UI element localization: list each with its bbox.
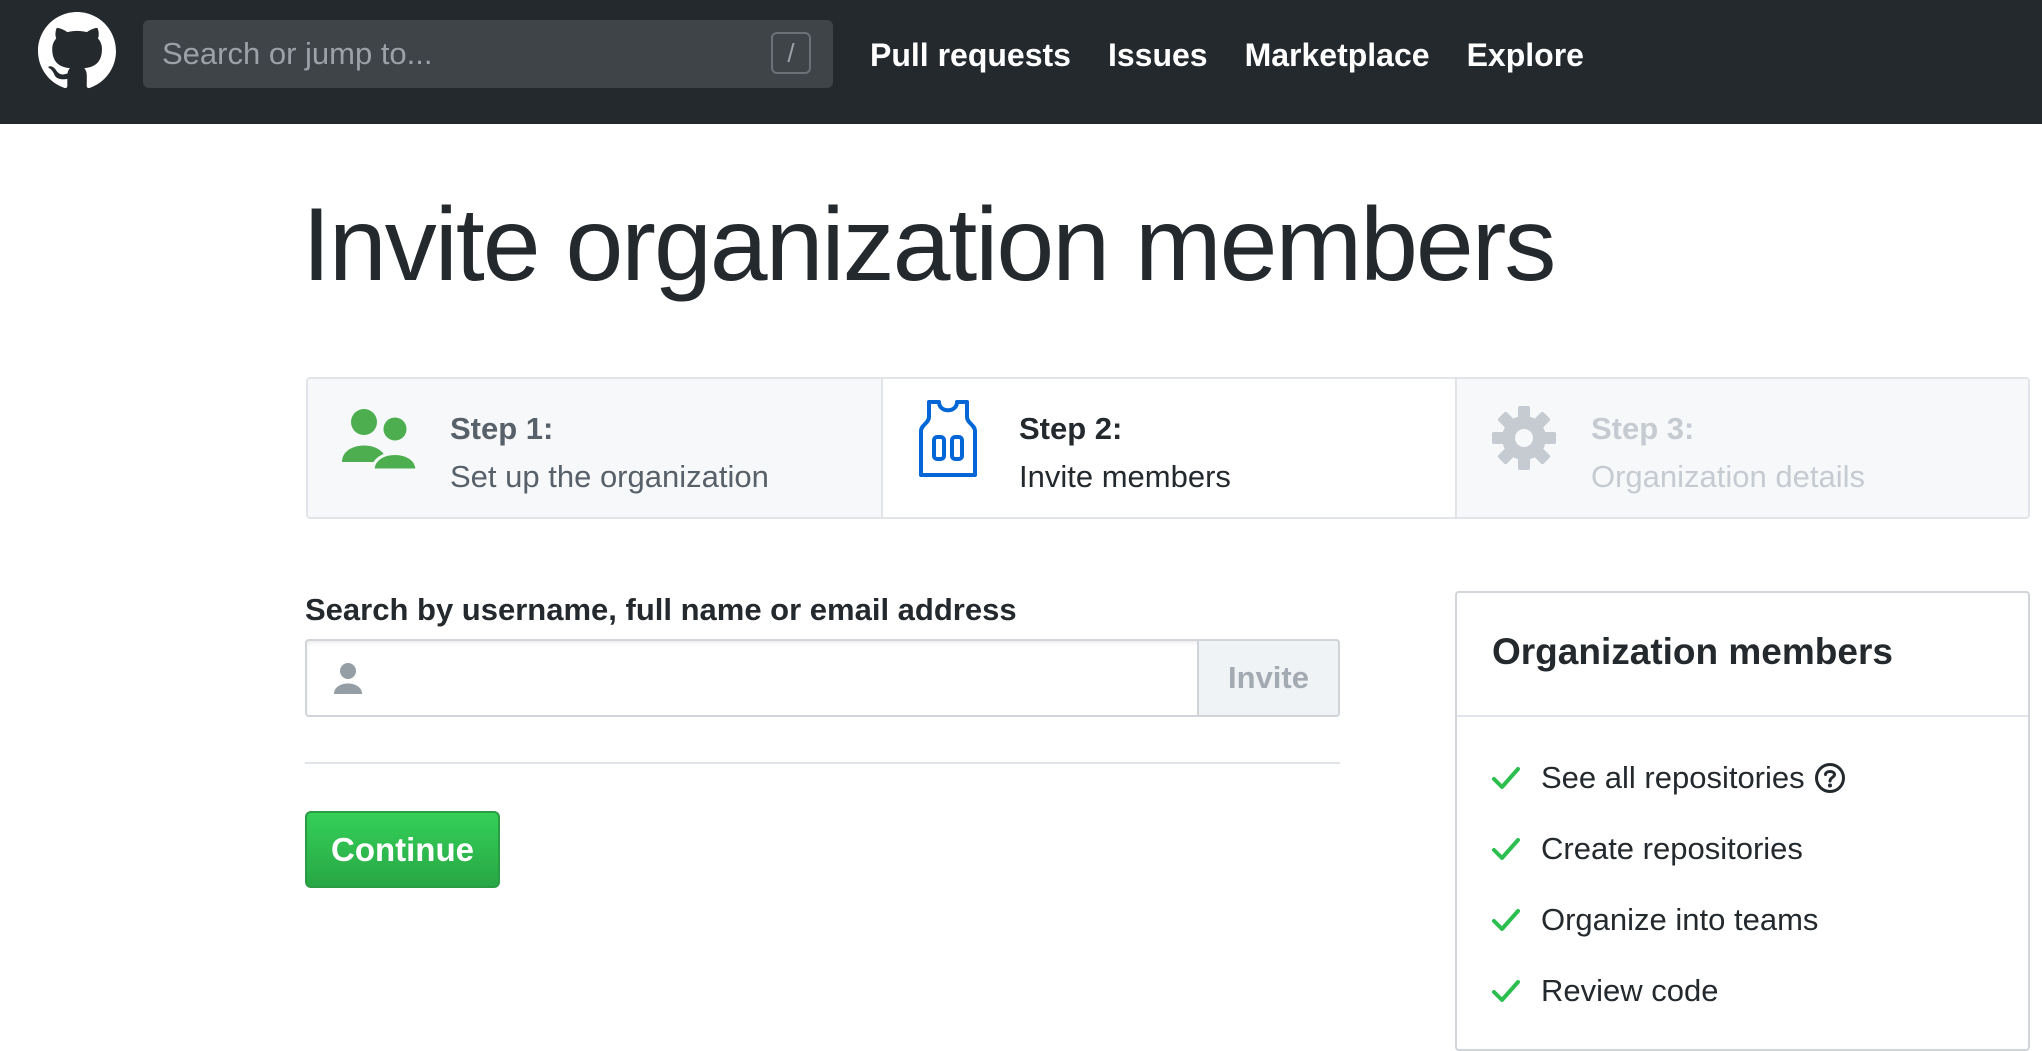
step-2: Step 2: Invite members (883, 379, 1457, 517)
github-logo-icon[interactable] (38, 12, 116, 90)
step-number: Step 1: (450, 411, 554, 446)
global-search-input[interactable] (143, 20, 762, 88)
check-icon (1492, 980, 1520, 1002)
permission-label: Create repositories (1541, 831, 1803, 866)
page-title: Invite organization members (302, 187, 1556, 303)
member-search-input[interactable] (377, 641, 1201, 717)
step-description: Invite members (1019, 459, 1231, 494)
permission-label: See all repositories (1541, 760, 1805, 795)
signup-steps: Step 1: Set up the organization Step 2: … (306, 377, 2030, 519)
permission-item: See all repositories (1492, 758, 1846, 798)
people-icon (342, 409, 418, 471)
jersey-icon (919, 400, 977, 477)
member-search-label: Search by username, full name or email a… (305, 592, 1017, 627)
permission-item: Review code (1492, 971, 1718, 1011)
member-search-group: Invite (305, 639, 1340, 717)
permission-item: Create repositories (1492, 829, 1803, 869)
global-search-box: / (143, 20, 833, 88)
step-3-text: Step 3: Organization details (1591, 405, 1865, 501)
permission-label: Review code (1541, 973, 1719, 1008)
check-icon (1492, 767, 1520, 789)
continue-button[interactable]: Continue (305, 811, 500, 888)
step-number: Step 3: (1591, 411, 1695, 446)
check-icon (1492, 909, 1520, 931)
slash-shortcut-hint: / (771, 32, 811, 74)
primary-nav: Pull requests Issues Marketplace Explore (870, 0, 1621, 110)
gear-icon (1492, 406, 1556, 470)
step-description: Set up the organization (450, 459, 769, 494)
nav-marketplace[interactable]: Marketplace (1245, 37, 1430, 74)
permission-label: Organize into teams (1541, 902, 1819, 937)
check-icon (1492, 838, 1520, 860)
step-description: Organization details (1591, 459, 1865, 494)
nav-pull-requests[interactable]: Pull requests (870, 37, 1071, 74)
step-number: Step 2: (1019, 411, 1123, 446)
step-2-text: Step 2: Invite members (1019, 405, 1231, 501)
members-box-title: Organization members (1457, 593, 2028, 717)
form-divider (305, 762, 1340, 764)
step-3: Step 3: Organization details (1457, 379, 2028, 517)
question-help-icon[interactable] (1814, 762, 1846, 794)
nav-issues[interactable]: Issues (1108, 37, 1208, 74)
step-1: Step 1: Set up the organization (308, 379, 883, 517)
top-navigation-bar: / Pull requests Issues Marketplace Explo… (0, 0, 2042, 124)
permission-item: Organize into teams (1492, 900, 1818, 940)
organization-members-box: Organization members See all repositorie… (1455, 591, 2030, 1051)
step-1-text: Step 1: Set up the organization (450, 405, 769, 501)
person-icon (334, 663, 362, 694)
nav-explore[interactable]: Explore (1467, 37, 1584, 74)
invite-button[interactable]: Invite (1197, 639, 1340, 717)
